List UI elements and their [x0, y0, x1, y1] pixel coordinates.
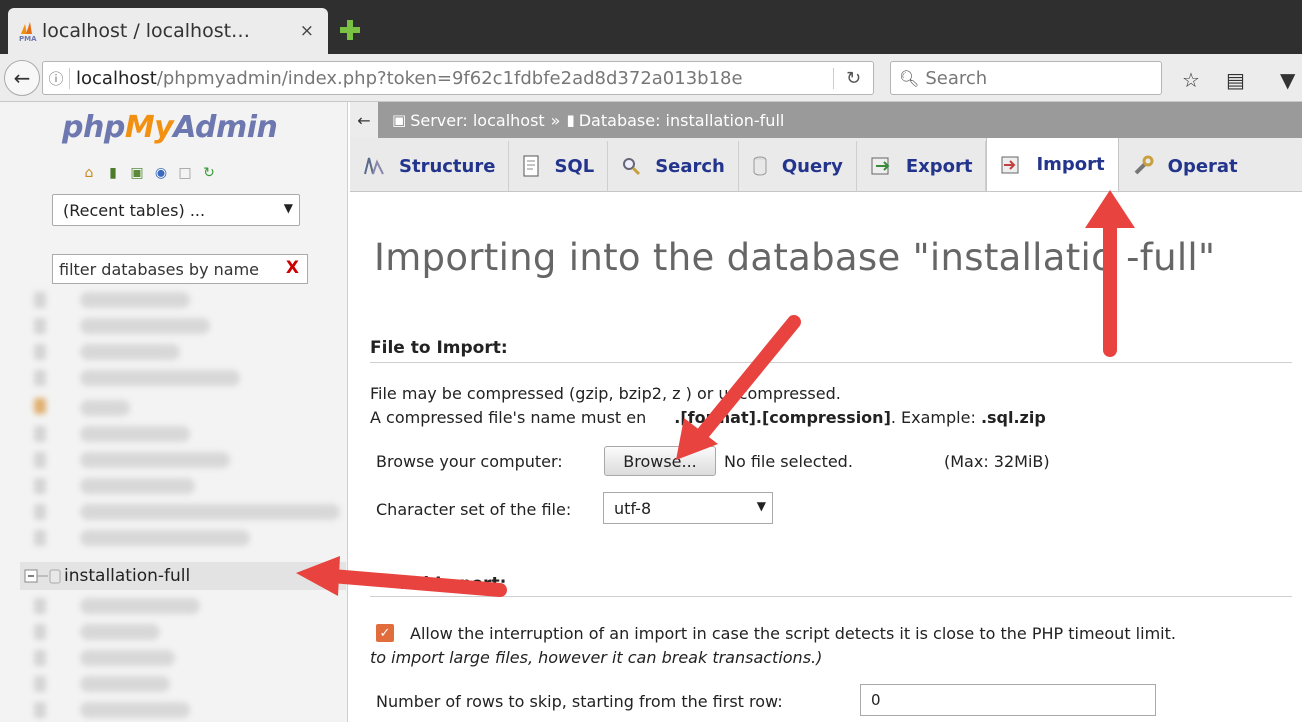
bookmark-star-icon[interactable]: ☆	[1182, 68, 1200, 92]
recent-tables-select[interactable]: (Recent tables) ... ▼	[52, 194, 300, 226]
navigation-icons: ⌂ ▮ ▣ ◉ □ ↻	[80, 164, 218, 182]
sql-docs-icon[interactable]: □	[176, 164, 194, 182]
skip-rows-value: 0	[871, 691, 881, 709]
section-divider	[370, 362, 1292, 363]
compression-filename-note: A compressed file's name must en .[format…	[370, 408, 1046, 427]
dropdown-arrow-icon: ▼	[756, 499, 766, 513]
tab-structure[interactable]: Structure	[350, 141, 510, 191]
magnifier-icon: 🔍︎	[899, 68, 920, 88]
logo-my: My	[124, 110, 174, 145]
reading-list-icon[interactable]: ▤	[1226, 68, 1245, 92]
database-menu-tabs: Structure SQL Search Query Export Import…	[350, 138, 1302, 192]
page-title: Importing into the database "installatio…	[374, 236, 1216, 279]
logo-admin: Admin	[173, 110, 278, 145]
tab-query-label: Query	[781, 155, 843, 177]
svg-text:PMA: PMA	[19, 35, 37, 42]
query-window-icon[interactable]: ▣	[128, 164, 146, 182]
tab-search-label: Search	[655, 155, 725, 177]
browser-tab-title: localhost / localhost…	[42, 20, 251, 42]
note-format: .[format].[compression]	[674, 408, 891, 427]
tab-export-label: Export	[905, 155, 973, 177]
address-bar[interactable]: ⓘ localhost/phpmyadmin/index.php?token=9…	[42, 61, 874, 95]
tab-import-label: Import	[1036, 154, 1105, 175]
breadcrumb-server[interactable]: Server: localhost	[410, 111, 544, 130]
operations-icon	[1132, 155, 1154, 177]
database-icon: ▮	[566, 111, 575, 129]
browser-tab[interactable]: PMA localhost / localhost… ×	[8, 8, 328, 54]
tab-operations[interactable]: Operat	[1119, 141, 1251, 191]
skip-rows-input[interactable]: 0	[860, 684, 1156, 716]
tree-collapse-icon[interactable]	[20, 567, 64, 585]
browse-label: Browse your computer:	[376, 452, 563, 471]
database-item-installation-full[interactable]: installation-full	[20, 562, 346, 590]
browser-navigation-bar: ← ⓘ localhost/phpmyadmin/index.php?token…	[0, 54, 1302, 102]
note-part-1: A compressed file's name must en	[370, 408, 647, 427]
info-icon[interactable]: ⓘ	[43, 68, 69, 89]
browser-tab-bar: PMA localhost / localhost… ×	[0, 0, 1302, 54]
tab-search[interactable]: Search	[608, 141, 739, 191]
tab-structure-label: Structure	[399, 155, 496, 177]
tab-import[interactable]: Import	[986, 138, 1119, 191]
server-icon: ▣	[392, 111, 407, 129]
import-page-content: Importing into the database "installatio…	[370, 192, 1302, 722]
documentation-icon[interactable]: ◉	[152, 164, 170, 182]
logout-icon[interactable]: ▮	[104, 164, 122, 182]
allow-interrupt-note: to import large files, however it can br…	[370, 648, 823, 667]
sql-icon	[522, 155, 540, 177]
url-host: localhost	[76, 67, 157, 89]
tab-close-icon[interactable]: ×	[300, 21, 314, 41]
no-file-selected-text: No file selected.	[724, 452, 853, 471]
compression-note: File may be compressed (gzip, bzip2, z )…	[370, 384, 841, 403]
skip-rows-label: Number of rows to skip, starting from th…	[376, 692, 783, 711]
search-placeholder: Search	[925, 67, 988, 89]
query-icon	[752, 156, 768, 176]
charset-value: utf-8	[614, 498, 652, 518]
structure-icon	[363, 156, 385, 176]
tab-operations-label: Operat	[1167, 155, 1238, 177]
max-upload-size: (Max: 32MiB)	[944, 452, 1050, 471]
logo-php: php	[62, 110, 125, 145]
tab-query[interactable]: Query	[739, 141, 857, 191]
clear-filter-icon[interactable]: X	[286, 258, 299, 278]
tab-sql[interactable]: SQL	[509, 141, 609, 191]
home-icon[interactable]: ⌂	[80, 164, 98, 182]
collapse-panel-icon[interactable]: ←	[350, 102, 378, 138]
back-arrow-icon[interactable]: ←	[4, 60, 40, 96]
breadcrumb-separator: »	[550, 110, 561, 130]
browser-search-input[interactable]: 🔍︎ Search	[890, 61, 1162, 95]
url-path: /phpmyadmin/index.php?token=9f62c1fdbfe2…	[156, 67, 743, 89]
database-name: installation-full	[64, 566, 191, 586]
tab-export[interactable]: Export	[857, 141, 987, 191]
phpmyadmin-logo[interactable]: phpMyAdmin	[62, 110, 278, 145]
pocket-icon[interactable]: ▼	[1280, 68, 1295, 92]
export-icon	[870, 156, 892, 176]
phpmyadmin-favicon-icon: PMA	[19, 22, 37, 42]
breadcrumb-database[interactable]: Database: installation-full	[579, 111, 785, 130]
navigation-panel: phpMyAdmin ⌂ ▮ ▣ ◉ □ ↻ (Recent tables) .…	[0, 102, 348, 722]
filter-placeholder: filter databases by name	[59, 259, 259, 279]
charset-select[interactable]: utf-8 ▼	[603, 492, 773, 524]
section-divider	[370, 596, 1292, 597]
note-part-2: . Example:	[890, 408, 981, 427]
tab-sql-label: SQL	[554, 155, 595, 177]
reload-navigation-icon[interactable]: ↻	[200, 164, 218, 182]
browse-button[interactable]: Browse...	[604, 446, 716, 476]
filter-databases-input[interactable]: filter databases by name X	[52, 254, 308, 284]
file-to-import-title: File to Import:	[370, 338, 508, 358]
allow-interrupt-label: Allow the interruption of an import in c…	[410, 624, 1176, 643]
search-icon	[621, 156, 641, 176]
charset-label: Character set of the file:	[376, 500, 572, 519]
dropdown-arrow-icon: ▼	[283, 201, 293, 215]
reload-icon[interactable]: ↻	[833, 67, 873, 89]
allow-interrupt-checkbox[interactable]: ✓	[376, 624, 394, 642]
recent-tables-value: (Recent tables) ...	[63, 200, 206, 220]
url-text[interactable]: localhost/phpmyadmin/index.php?token=9f6…	[69, 67, 833, 89]
new-tab-icon[interactable]	[338, 18, 362, 42]
breadcrumb: ← ▣ Server: localhost » ▮ Database: inst…	[350, 102, 1302, 138]
note-example: .sql.zip	[980, 408, 1046, 427]
partial-import-title: tial Import:	[398, 574, 507, 594]
import-icon	[1000, 155, 1022, 175]
